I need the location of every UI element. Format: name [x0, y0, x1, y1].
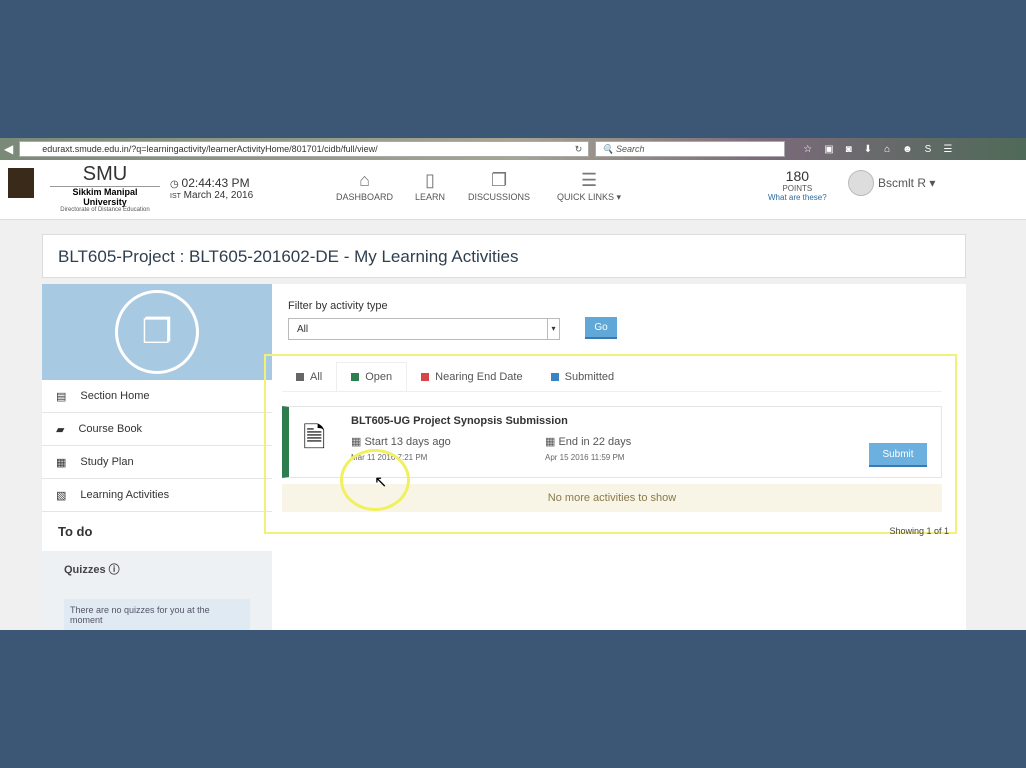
activity-tabs: All Open Nearing End Date Submitted [282, 362, 942, 392]
manipal-logo [8, 168, 34, 198]
clock-icon: ◷ [170, 179, 179, 190]
chevron-down-icon: ▾ [547, 319, 559, 339]
list-icon: ☰ [580, 170, 598, 190]
home-icon: ⌂ [359, 170, 370, 190]
sidebar-item-study-plan[interactable]: ▦ Study Plan [42, 446, 272, 479]
document-icon: 🗎 [303, 422, 326, 453]
nav-learn[interactable]: ▯ LEARN [415, 170, 445, 202]
points: 180 POINTS What are these? [768, 168, 827, 202]
status-swatch [351, 373, 360, 381]
todo-heading: To do [58, 524, 93, 539]
activity-title[interactable]: BLT605-UG Project Synopsis Submission [351, 415, 568, 427]
tab-all[interactable]: All [282, 362, 336, 391]
tab-open[interactable]: Open [336, 362, 408, 391]
sidebar-item-section-home[interactable]: ▤ Section Home [42, 380, 272, 413]
activity-type-select[interactable]: All ▾ [288, 318, 560, 340]
emoji-icon[interactable]: ☻ [902, 144, 913, 155]
back-icon[interactable]: ◀ [4, 142, 13, 156]
clock: ◷ 02:44:43 PM IST March 24, 2016 [170, 176, 254, 201]
end-date: Apr 15 2016 11:59 PM [545, 453, 625, 462]
status-swatch [550, 372, 559, 381]
section-home-icon: ▤ [56, 390, 67, 403]
book-icon: ▰ [56, 423, 65, 436]
filter-label: Filter by activity type [288, 300, 388, 312]
go-button[interactable]: Go [585, 317, 617, 339]
showing-count: Showing 1 of 1 [889, 526, 949, 536]
points-help-link[interactable]: What are these? [768, 193, 827, 202]
status-swatch [296, 372, 304, 381]
nav-discussions[interactable]: ❐ DISCUSSIONS [468, 170, 530, 202]
site-header: SMU Sikkim Manipal University Directorate … [0, 160, 1026, 220]
download-icon[interactable]: ⬇ [864, 144, 872, 155]
reload-icon[interactable]: ↻ [575, 142, 583, 156]
calendar-icon: ▦ [351, 436, 362, 448]
cursor-icon: ↖ [374, 474, 388, 491]
calendar-icon: ▦ [545, 436, 556, 448]
tab-submitted[interactable]: Submitted [537, 362, 629, 391]
help-icon[interactable]: ⓘ [109, 564, 120, 576]
search-input[interactable]: 🔍 Search [595, 141, 786, 157]
activities-icon: ▧ [56, 489, 67, 502]
nav-quick-links[interactable]: ☰ QUICK LINKS ▾ [557, 170, 621, 203]
star-icon[interactable]: ☆ [803, 144, 812, 155]
skype-icon[interactable]: S [925, 144, 932, 155]
menu-icon[interactable]: ☰ [943, 144, 952, 155]
avatar [848, 170, 874, 196]
nav-dashboard[interactable]: ⌂ DASHBOARD [336, 170, 393, 202]
sidebar-item-course-book[interactable]: ▰ Course Book [42, 413, 272, 446]
sidebar-item-learning-activities[interactable]: ▧ Learning Activities [42, 479, 272, 512]
documents-icon: ❐ [115, 290, 199, 374]
start-info: ▦ Start 13 days ago [351, 436, 451, 448]
submit-button[interactable]: Submit [869, 443, 927, 467]
pocket-icon[interactable]: ◙ [846, 144, 852, 155]
quizzes-section: Quizzes ⓘ There are no quizzes for you at… [42, 551, 272, 630]
page-title: BLT605-Project : BLT605-201602-DE - My L… [42, 234, 966, 278]
sidebar-hero: ❐ [42, 284, 272, 380]
home-icon[interactable]: ⌂ [884, 144, 890, 155]
sidebar: ❐ ▤ Section Home ▰ Course Book ▦ Study Plan… [42, 284, 272, 630]
chat-icon: ❐ [490, 170, 508, 190]
document-icon: ▯ [425, 170, 435, 190]
user-menu[interactable]: Bscmlt R ▾ [848, 170, 935, 196]
smu-logo[interactable]: SMU Sikkim Manipal University Directorate … [50, 163, 160, 213]
clipboard-icon[interactable]: ▣ [824, 144, 833, 155]
browser-toolbar: ◀ eduraxt.smude.edu.in/?q=learningactivi… [0, 138, 1026, 160]
url-bar[interactable]: eduraxt.smude.edu.in/?q=learningactivity… [19, 141, 590, 157]
tab-nearing-end-date[interactable]: Nearing End Date [407, 362, 536, 391]
browser-window: ◀ eduraxt.smude.edu.in/?q=learningactivi… [0, 138, 1026, 630]
study-plan-icon: ▦ [56, 456, 67, 469]
status-swatch [421, 372, 430, 381]
end-info: ▦ End in 22 days [545, 436, 632, 448]
